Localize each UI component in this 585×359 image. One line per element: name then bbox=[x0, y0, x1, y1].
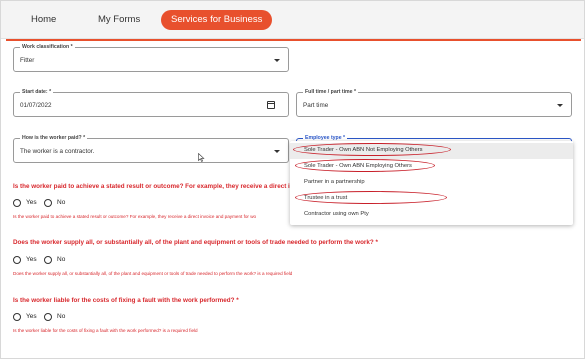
app-window: Home My Forms Services for Business Work… bbox=[0, 0, 585, 359]
radio-group-paid-for-result: Yes No bbox=[13, 199, 73, 209]
radio-no-label: No bbox=[57, 256, 66, 263]
radio-no[interactable] bbox=[44, 313, 52, 321]
radio-group-liable-for-faults: Yes No bbox=[13, 313, 73, 323]
chevron-down-icon bbox=[557, 103, 563, 107]
chevron-down-icon bbox=[274, 58, 280, 62]
mouse-cursor-icon bbox=[198, 153, 205, 162]
full-part-time-select[interactable]: Full time / part time * Part time bbox=[296, 88, 572, 117]
dropdown-option-partner[interactable]: Partner in a partnership bbox=[290, 175, 573, 191]
radio-yes-label: Yes bbox=[26, 199, 37, 206]
start-date-field[interactable]: Start date: * 01/07/2022 bbox=[13, 88, 289, 117]
annotation-oval bbox=[295, 191, 447, 204]
calendar-icon[interactable] bbox=[267, 101, 275, 109]
radio-no-label: No bbox=[57, 199, 66, 206]
error-supply-equipment: Does the worker supply all, or substanti… bbox=[13, 271, 293, 276]
question-paid-for-result: Is the worker paid to achieve a stated r… bbox=[13, 183, 303, 190]
radio-yes-label: Yes bbox=[26, 313, 37, 320]
question-supply-equipment: Does the worker supply all, or substanti… bbox=[13, 239, 378, 246]
full-part-time-value: Part time bbox=[303, 102, 329, 109]
radio-yes-label: Yes bbox=[26, 256, 37, 263]
start-date-value: 01/07/2022 bbox=[20, 102, 52, 109]
top-navigation: Home My Forms Services for Business bbox=[1, 1, 584, 39]
work-classification-value: Fitter bbox=[20, 57, 35, 64]
radio-yes[interactable] bbox=[13, 256, 21, 264]
radio-no[interactable] bbox=[44, 256, 52, 264]
radio-no-label: No bbox=[57, 313, 66, 320]
question-liable-for-faults: Is the worker liable for the costs of fi… bbox=[13, 297, 239, 304]
radio-no[interactable] bbox=[44, 199, 52, 207]
payment-method-select[interactable]: How is the worker paid? * The worker is … bbox=[13, 134, 289, 163]
nav-tab-my-forms[interactable]: My Forms bbox=[92, 10, 146, 30]
annotation-oval bbox=[295, 159, 435, 172]
dropdown-option-contractor-pty[interactable]: Contractor using own Pty bbox=[290, 207, 573, 223]
error-paid-for-result: Is the worker paid to achieve a stated r… bbox=[13, 214, 257, 219]
error-liable-for-faults: Is the worker liable for the costs of fi… bbox=[13, 328, 198, 333]
chevron-down-icon bbox=[274, 149, 280, 153]
radio-yes[interactable] bbox=[13, 199, 21, 207]
radio-group-supply-equipment: Yes No bbox=[13, 256, 73, 266]
radio-yes[interactable] bbox=[13, 313, 21, 321]
payment-method-value: The worker is a contractor. bbox=[20, 148, 95, 155]
accent-divider bbox=[6, 39, 581, 41]
work-classification-select[interactable]: Work classification * Fitter bbox=[13, 43, 289, 72]
nav-tab-services-for-business[interactable]: Services for Business bbox=[161, 10, 273, 30]
annotation-oval bbox=[293, 143, 451, 156]
nav-tab-home[interactable]: Home bbox=[25, 10, 62, 30]
